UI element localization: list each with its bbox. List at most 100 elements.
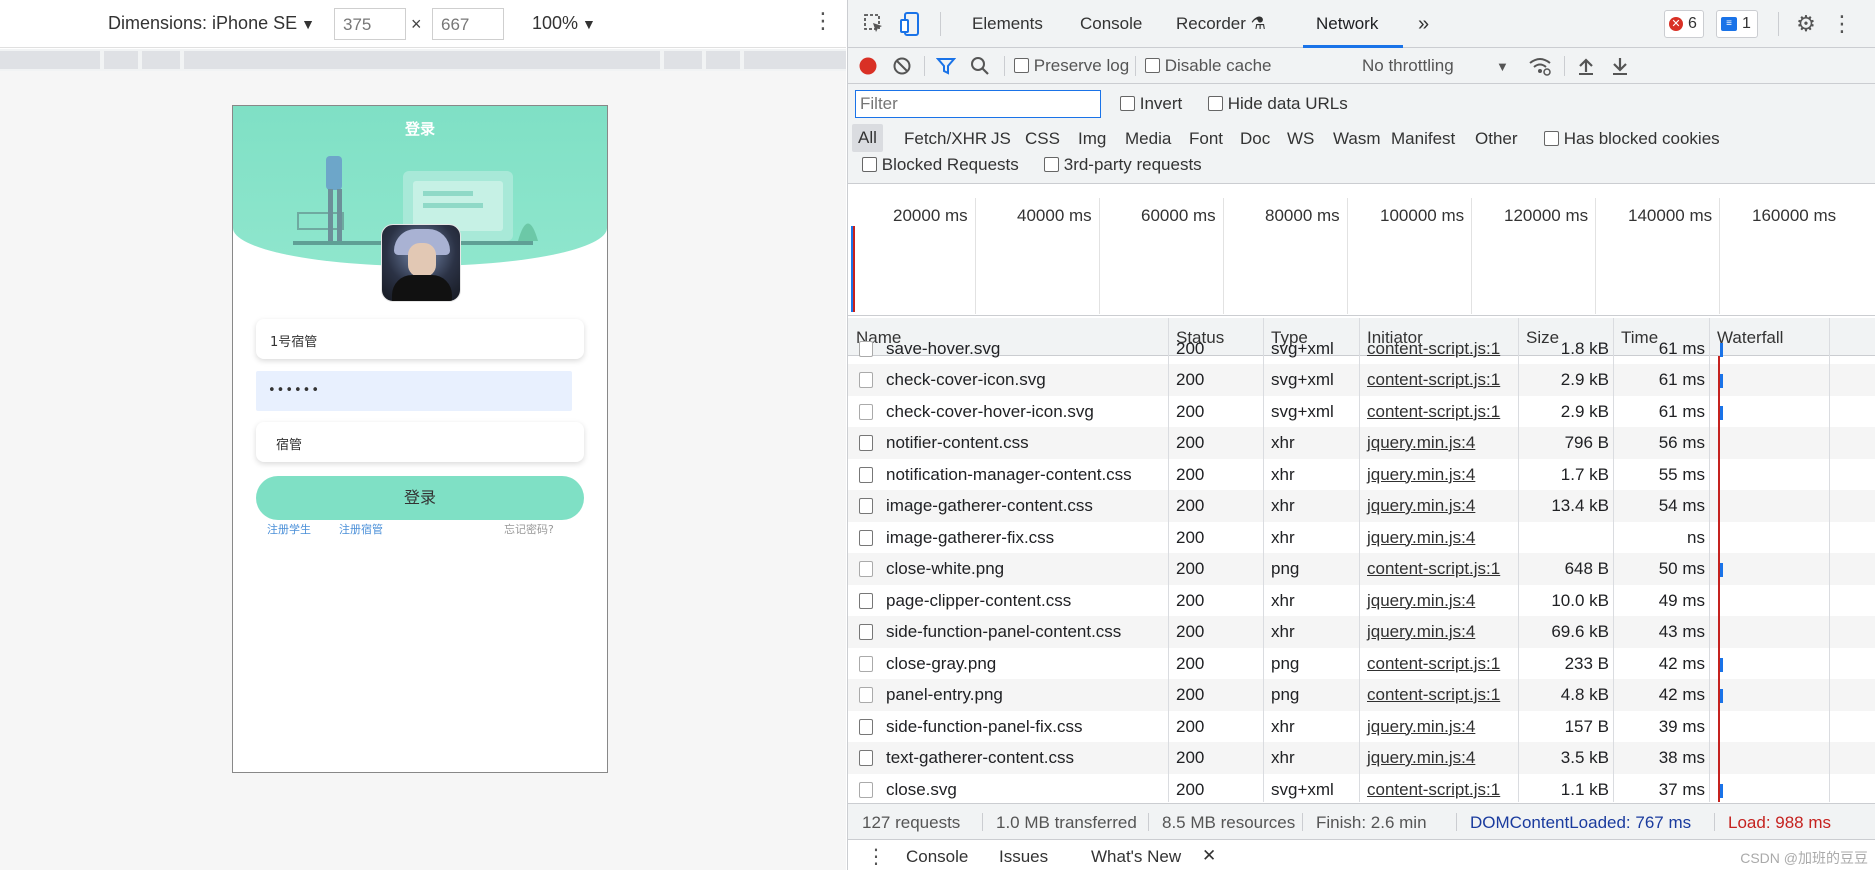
table-row[interactable]: close-gray.png 200 png content-script.js:1 2… xyxy=(848,648,1875,680)
blocked-requests-checkbox[interactable]: Blocked Requests xyxy=(862,155,1019,175)
drawer-tab-console[interactable]: Console xyxy=(906,847,968,867)
invert-checkbox[interactable]: Invert xyxy=(1120,94,1182,114)
disable-cache-checkbox[interactable]: Disable cache xyxy=(1145,56,1272,76)
ruler-segment[interactable] xyxy=(184,51,660,69)
error-badge[interactable]: ✕ 6 xyxy=(1664,10,1704,38)
ruler-segment[interactable] xyxy=(104,51,138,69)
cell-initiator[interactable]: jquery.min.js:4 xyxy=(1367,528,1475,548)
filter-type-css[interactable]: CSS xyxy=(1025,129,1060,149)
table-row[interactable]: image-gatherer-content.css 200 xhr jquery.m… xyxy=(848,490,1875,522)
column-divider[interactable] xyxy=(1359,318,1360,802)
table-row[interactable]: save-hover.svg 200 svg+xml content-script.j… xyxy=(848,333,1875,365)
cell-initiator[interactable]: content-script.js:1 xyxy=(1367,370,1500,390)
checkbox[interactable] xyxy=(1208,96,1223,111)
table-row[interactable]: check-cover-icon.svg 200 svg+xml content-sc… xyxy=(848,364,1875,396)
filter-type-js[interactable]: JS xyxy=(991,129,1011,149)
table-row[interactable]: check-cover-hover-icon.svg 200 svg+xml cont… xyxy=(848,396,1875,428)
ruler-segment[interactable] xyxy=(664,51,702,69)
table-row[interactable]: page-clipper-content.css 200 xhr jquery.min… xyxy=(848,585,1875,617)
import-har-icon[interactable] xyxy=(1576,56,1596,76)
checkbox[interactable] xyxy=(862,157,877,172)
more-options-icon[interactable]: ⋮ xyxy=(812,10,834,32)
role-select[interactable]: 宿管 xyxy=(256,422,584,462)
filter-type-manifest[interactable]: Manifest xyxy=(1391,129,1455,149)
tab-console[interactable]: Console xyxy=(1080,0,1142,48)
cell-initiator[interactable]: jquery.min.js:4 xyxy=(1367,748,1475,768)
drawer-tab-whats-new[interactable]: What's New xyxy=(1091,847,1181,867)
filter-type-fetch-xhr[interactable]: Fetch/XHR xyxy=(904,129,987,149)
register-student-link[interactable]: 注册学生 xyxy=(267,521,311,537)
device-width-input[interactable]: 375 xyxy=(334,8,406,40)
username-field[interactable]: 1号宿管 xyxy=(256,319,584,359)
checkbox[interactable] xyxy=(1044,157,1059,172)
table-row[interactable]: panel-entry.png 200 png content-script.js:1… xyxy=(848,679,1875,711)
column-divider[interactable] xyxy=(1263,318,1264,802)
table-row[interactable]: side-function-panel-fix.css 200 xhr jquery.… xyxy=(848,711,1875,743)
inspect-element-icon[interactable] xyxy=(862,12,886,36)
settings-gear-icon[interactable]: ⚙ xyxy=(1794,11,1818,36)
table-row[interactable]: side-function-panel-content.css 200 xhr jqu… xyxy=(848,616,1875,648)
network-overview-timeline[interactable]: 20000 ms 40000 ms 60000 ms 80000 ms 1000… xyxy=(848,196,1875,316)
column-divider[interactable] xyxy=(1709,318,1710,802)
more-options-icon[interactable]: ⋮ xyxy=(1831,11,1853,36)
cell-initiator[interactable]: jquery.min.js:4 xyxy=(1367,496,1475,516)
ruler-segment[interactable] xyxy=(0,51,100,69)
checkbox[interactable] xyxy=(1544,131,1559,146)
checkbox[interactable] xyxy=(1145,58,1160,73)
tab-elements[interactable]: Elements xyxy=(972,0,1043,48)
column-divider[interactable] xyxy=(1518,318,1519,802)
ruler-segment[interactable] xyxy=(142,51,180,69)
device-toolbar-toggle-icon[interactable] xyxy=(898,10,922,38)
login-button[interactable]: 登录 xyxy=(256,476,584,520)
cell-initiator[interactable]: content-script.js:1 xyxy=(1367,339,1500,359)
table-row[interactable]: notifier-content.css 200 xhr jquery.min.js:… xyxy=(848,427,1875,459)
password-field[interactable]: •••••• xyxy=(256,371,572,411)
zoom-select[interactable]: 100% ▼ xyxy=(532,13,596,34)
device-height-input[interactable]: 667 xyxy=(432,8,504,40)
tab-recorder[interactable]: Recorder ⚗ xyxy=(1176,0,1266,48)
column-divider[interactable] xyxy=(1613,318,1614,802)
cell-initiator[interactable]: jquery.min.js:4 xyxy=(1367,433,1475,453)
media-query-ruler[interactable] xyxy=(0,49,846,71)
drawer-menu-icon[interactable]: ⋮ xyxy=(866,844,886,869)
cell-initiator[interactable]: content-script.js:1 xyxy=(1367,402,1500,422)
dropdown-arrow-icon[interactable]: ▼ xyxy=(1496,59,1509,74)
hide-data-urls-checkbox[interactable]: Hide data URLs xyxy=(1208,94,1348,114)
network-conditions-icon[interactable] xyxy=(1528,55,1552,77)
cell-initiator[interactable]: jquery.min.js:4 xyxy=(1367,717,1475,737)
tab-network[interactable]: Network xyxy=(1316,0,1378,48)
filter-type-all[interactable]: All xyxy=(852,124,883,152)
cell-initiator[interactable]: content-script.js:1 xyxy=(1367,559,1500,579)
filter-type-font[interactable]: Font xyxy=(1189,129,1223,149)
filter-type-media[interactable]: Media xyxy=(1125,129,1171,149)
filter-type-doc[interactable]: Doc xyxy=(1240,129,1270,149)
cell-initiator[interactable]: content-script.js:1 xyxy=(1367,685,1500,705)
throttling-select[interactable]: No throttling xyxy=(1362,56,1454,76)
has-blocked-cookies-checkbox[interactable]: Has blocked cookies xyxy=(1544,129,1720,149)
drawer-tab-issues[interactable]: Issues xyxy=(999,847,1048,867)
table-row[interactable]: image-gatherer-fix.css 200 xhr jquery.min.j… xyxy=(848,522,1875,554)
checkbox[interactable] xyxy=(1014,58,1029,73)
filter-icon[interactable] xyxy=(936,56,956,76)
cell-initiator[interactable]: jquery.min.js:4 xyxy=(1367,622,1475,642)
filter-input[interactable] xyxy=(855,90,1101,118)
record-icon[interactable] xyxy=(858,56,878,76)
search-icon[interactable] xyxy=(970,56,990,76)
export-har-icon[interactable] xyxy=(1610,56,1630,76)
device-dimensions-select[interactable]: Dimensions: iPhone SE ▼ xyxy=(108,13,315,34)
cell-initiator[interactable]: content-script.js:1 xyxy=(1367,780,1500,800)
table-row[interactable]: close-white.png 200 png content-script.js:1… xyxy=(848,553,1875,585)
cell-initiator[interactable]: content-script.js:1 xyxy=(1367,654,1500,674)
more-tabs-chevron-icon[interactable]: » xyxy=(1418,0,1429,48)
clear-icon[interactable] xyxy=(892,56,912,76)
filter-type-other[interactable]: Other xyxy=(1475,129,1518,149)
message-badge[interactable]: ≡ 1 xyxy=(1716,10,1758,38)
table-row[interactable]: text-gatherer-content.css 200 xhr jquery.mi… xyxy=(848,742,1875,774)
filter-type-img[interactable]: Img xyxy=(1078,129,1106,149)
close-icon[interactable]: ✕ xyxy=(1202,846,1216,866)
checkbox[interactable] xyxy=(1120,96,1135,111)
register-manager-link[interactable]: 注册宿管 xyxy=(339,521,383,537)
ruler-segment[interactable] xyxy=(706,51,740,69)
preserve-log-checkbox[interactable]: Preserve log xyxy=(1014,56,1129,76)
forgot-password-link[interactable]: 忘记密码? xyxy=(504,521,554,537)
